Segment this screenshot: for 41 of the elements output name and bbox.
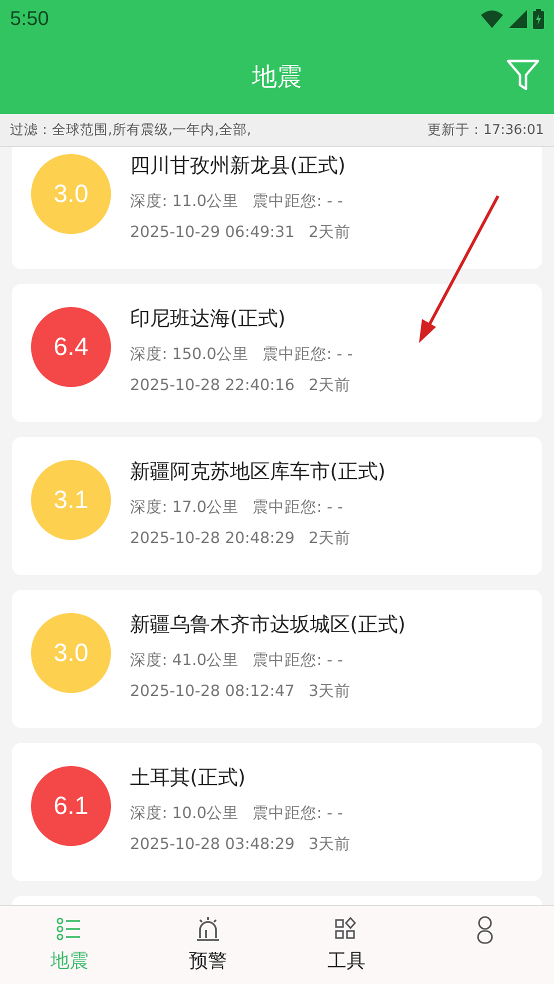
quake-time: 2025-10-28 22:40:16 — [130, 376, 295, 394]
filter-summary: 过滤：全球范围,所有震级,一年内,全部, — [10, 121, 252, 139]
signal-icon — [509, 10, 527, 28]
time-ago: 2天前 — [308, 374, 350, 396]
update-time: 更新于：17:36:01 — [427, 121, 544, 139]
quake-time: 2025-10-28 20:48:29 — [130, 529, 295, 547]
distance-text: 震中距您: - - — [252, 190, 343, 212]
magnitude-badge: 3.0 — [31, 154, 111, 234]
time-ago: 3天前 — [308, 834, 350, 854]
distance-text: 震中距您: - - — [252, 496, 343, 518]
location-name: 新疆阿克苏地区库车市(正式) — [130, 458, 386, 485]
location-name: 印尼班达海(正式) — [130, 305, 287, 332]
distance-text: 震中距您: - - — [252, 650, 343, 670]
quake-time: 2025-10-29 06:49:31 — [130, 223, 295, 241]
page-title: 地震 — [252, 60, 302, 92]
quake-time: 2025-10-28 08:12:47 — [130, 682, 295, 700]
depth-text: 深度: 41.0公里 — [130, 650, 239, 670]
filter-icon[interactable] — [506, 58, 540, 92]
time-ago: 2天前 — [308, 222, 350, 242]
distance-text: 震中距您: - - — [252, 802, 343, 824]
depth-text: 深度: 17.0公里 — [130, 496, 239, 518]
status-time: 5:50 — [10, 8, 49, 30]
depth-text: 深度: 11.0公里 — [130, 190, 239, 212]
wifi-icon — [481, 10, 503, 28]
time-ago: 3天前 — [308, 680, 350, 702]
battery-icon — [533, 9, 544, 29]
location-name: 四川甘孜州新龙县(正式) — [130, 152, 347, 179]
depth-text: 深度: 150.0公里 — [130, 344, 249, 364]
location-name: 新疆乌鲁木齐市达坂城区(正式) — [130, 611, 406, 638]
alarm-icon — [194, 916, 221, 944]
magnitude-badge: 6.1 — [31, 766, 111, 846]
magnitude-badge: 3.1 — [31, 460, 111, 540]
nav-tab[interactable]: 预警 — [138, 906, 277, 984]
nav-tab[interactable]: 工具 — [277, 906, 416, 984]
magnitude-badge: 3.0 — [31, 613, 111, 693]
quake-time: 2025-10-28 03:48:29 — [130, 835, 295, 853]
time-ago: 2天前 — [308, 528, 350, 548]
location-name: 土耳其(正式) — [130, 764, 247, 791]
depth-text: 深度: 10.0公里 — [130, 802, 239, 824]
distance-text: 震中距您: - - — [262, 344, 353, 364]
magnitude-badge: 6.4 — [31, 307, 111, 387]
